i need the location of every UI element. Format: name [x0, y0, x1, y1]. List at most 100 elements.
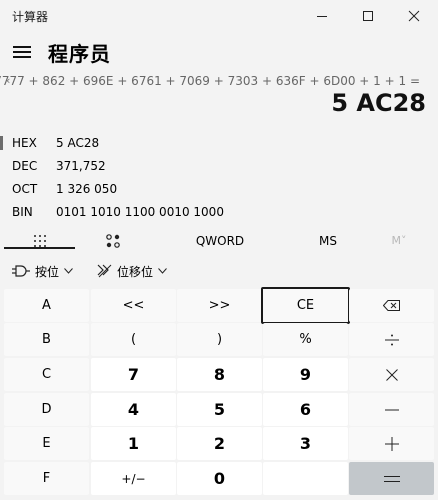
bit-shift-label: 位移位 [117, 264, 154, 279]
hex-key-c[interactable]: C [4, 358, 89, 391]
digit-6-button[interactable]: 6 [263, 393, 348, 426]
radix-label: BIN [12, 205, 33, 219]
minus-icon [384, 409, 399, 410]
key-label: ) [216, 332, 223, 347]
radix-label: HEX [12, 136, 37, 150]
hex-key-b[interactable]: B [4, 323, 89, 356]
key-label: E [42, 436, 51, 451]
key-label: 9 [299, 365, 312, 384]
plus-icon [384, 436, 399, 451]
digit-3-button[interactable]: 3 [263, 427, 348, 460]
radix-row-dec[interactable]: DEC 371,752 [0, 156, 438, 178]
expression-text: 7777 + 862 + 696E + 6761 + 7069 + 7303 +… [0, 74, 420, 88]
digit-2-button[interactable]: 2 [177, 427, 262, 460]
navigation-menu-button[interactable] [8, 38, 36, 66]
right-shift-button[interactable]: >> [177, 289, 262, 322]
mode-title: 程序员 [48, 42, 111, 66]
digit-1-button[interactable]: 1 [91, 427, 176, 460]
digit-7-button[interactable]: 7 [91, 358, 176, 391]
key-label: 1 [127, 434, 140, 453]
key-label: C [41, 367, 52, 382]
app-title: 计算器 [12, 10, 49, 24]
radix-row-bin[interactable]: BIN 0101 1010 1100 0010 1000 [0, 202, 438, 224]
close-paren-button[interactable]: ) [177, 323, 262, 356]
hamburger-icon [13, 46, 31, 58]
hex-key-f[interactable]: F [4, 462, 89, 495]
backspace-icon [383, 300, 400, 311]
bit-shift-icon [97, 264, 112, 278]
title-bar: 计算器 [0, 0, 438, 32]
key-label: >> [208, 298, 231, 313]
minimize-icon [317, 16, 327, 17]
result-display: 5 AC28 [331, 89, 426, 117]
radix-value: 371,752 [56, 159, 106, 173]
radix-value: 0101 1010 1100 0010 1000 [56, 205, 224, 219]
subtract-button[interactable] [349, 393, 434, 426]
keypad-tab-bar: QWORD MS M˅ [0, 227, 438, 254]
digit-8-button[interactable]: 8 [177, 358, 262, 391]
digit-0-button[interactable]: 0 [177, 462, 262, 495]
open-paren-button[interactable]: ( [91, 323, 176, 356]
bitwise-bar: 按位 位移位 [0, 259, 438, 283]
bit-toggle-icon [106, 233, 120, 248]
radix-label: OCT [12, 182, 38, 196]
close-button[interactable] [391, 0, 437, 32]
divide-icon [384, 334, 399, 345]
tab-full-keypad[interactable] [4, 227, 75, 254]
key-label: ( [130, 332, 137, 347]
memory-store-button[interactable]: MS [296, 227, 360, 254]
digit-5-button[interactable]: 5 [177, 393, 262, 426]
close-icon [408, 10, 420, 22]
radix-row-hex[interactable]: HEX 5 AC28 [0, 133, 438, 155]
word-size-button[interactable]: QWORD [180, 227, 260, 254]
key-label: 6 [299, 400, 312, 419]
equals-button[interactable] [349, 462, 434, 495]
key-label: B [42, 332, 51, 347]
radix-value: 1 326 050 [56, 182, 118, 196]
key-label: 5 [213, 400, 226, 419]
memory-list-button[interactable]: M˅ [374, 227, 424, 254]
negate-button[interactable]: +/− [91, 462, 176, 495]
clear-entry-button[interactable]: CE [261, 287, 350, 324]
key-label: 3 [299, 434, 312, 453]
radix-row-oct[interactable]: OCT 1 326 050 [0, 179, 438, 201]
hex-key-a[interactable]: A [4, 289, 89, 322]
key-label: 7 [127, 365, 140, 384]
equals-icon [383, 475, 400, 482]
chevron-down-icon [158, 268, 167, 274]
radix-value: 5 AC28 [56, 136, 100, 150]
key-label: 2 [213, 434, 226, 453]
multiply-button[interactable] [349, 358, 434, 391]
minimize-button[interactable] [299, 0, 345, 32]
key-label: D [41, 402, 52, 417]
logic-gate-icon [12, 265, 30, 277]
divide-button[interactable] [349, 323, 434, 356]
bitwise-label: 按位 [35, 264, 60, 279]
left-shift-button[interactable]: << [91, 289, 176, 322]
modulo-button[interactable]: % [263, 323, 348, 356]
digit-9-button[interactable]: 9 [263, 358, 348, 391]
key-label: CE [296, 298, 315, 313]
multiply-icon [385, 368, 398, 381]
hex-key-d[interactable]: D [4, 393, 89, 426]
active-tab-indicator [4, 247, 75, 249]
radix-label: DEC [12, 159, 38, 173]
bit-shift-dropdown[interactable]: 位移位 [96, 259, 167, 283]
chevron-down-icon [64, 268, 73, 274]
key-label: 0 [213, 469, 226, 488]
backspace-button[interactable] [349, 289, 434, 322]
bitwise-dropdown[interactable]: 按位 [12, 259, 73, 283]
hex-key-e[interactable]: E [4, 427, 89, 460]
key-label: 4 [127, 400, 140, 419]
key-label: F [42, 471, 51, 486]
key-label: << [122, 298, 145, 313]
add-button[interactable] [349, 427, 434, 460]
key-label: A [42, 298, 51, 313]
tab-bit-toggling-keypad[interactable] [78, 227, 148, 254]
maximize-icon [363, 11, 373, 21]
maximize-button[interactable] [345, 0, 391, 32]
keypad-icon [33, 234, 46, 247]
digit-4-button[interactable]: 4 [91, 393, 176, 426]
key-label: +/− [121, 471, 146, 486]
mode-header: 程序员 [0, 34, 438, 74]
